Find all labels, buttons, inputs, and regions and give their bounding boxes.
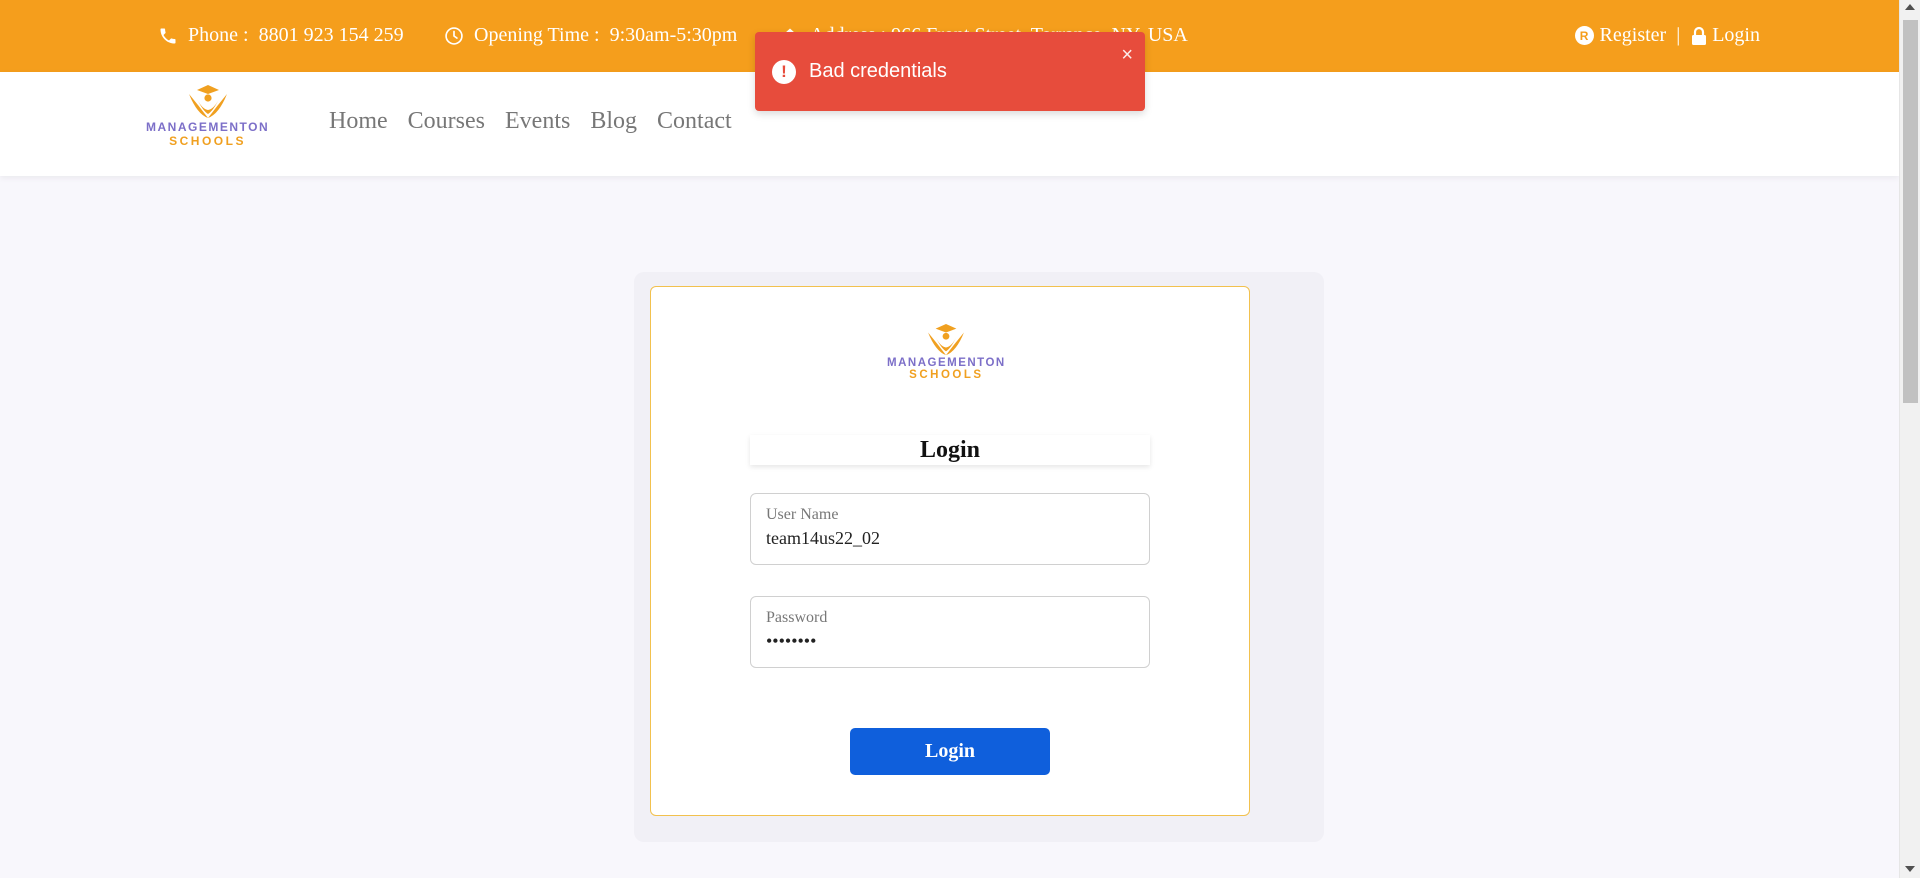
graduate-logo-icon	[188, 85, 227, 118]
account-links: R Register | Login	[1574, 24, 1760, 47]
password-input[interactable]	[766, 631, 1126, 652]
main-menu: Home Courses Events Blog Contact	[329, 108, 732, 135]
opening-time-info: Opening Time : 9:30am-5:30pm	[444, 24, 737, 47]
page-scrollbar[interactable]	[1899, 0, 1920, 878]
login-submit-button[interactable]: Login	[850, 728, 1050, 775]
error-toast: ! Bad credentials ×	[755, 32, 1145, 111]
register-label: Register	[1599, 24, 1667, 46]
registered-icon: R	[1574, 26, 1594, 45]
lock-icon	[1692, 26, 1707, 45]
username-label: User Name	[766, 506, 839, 523]
scroll-down-arrow-icon[interactable]	[1905, 866, 1915, 872]
link-separator: |	[1676, 24, 1681, 46]
login-title-box: Login	[750, 435, 1150, 465]
close-icon[interactable]: ×	[1121, 44, 1133, 67]
nav-home[interactable]: Home	[329, 108, 388, 135]
brand-line-1: MANAGEMENTON	[887, 357, 1006, 369]
register-link[interactable]: R Register	[1574, 24, 1667, 47]
password-field[interactable]: Password	[750, 596, 1150, 668]
scroll-up-arrow-icon[interactable]	[1905, 4, 1915, 10]
username-input[interactable]	[766, 528, 1126, 549]
username-field[interactable]: User Name	[750, 493, 1150, 565]
clock-icon	[445, 26, 463, 45]
phone-label: Phone :	[188, 24, 249, 46]
login-label: Login	[1712, 24, 1760, 46]
card-logo: MANAGEMENTON SCHOOLS	[887, 323, 1006, 381]
brand-line-2: SCHOOLS	[909, 369, 984, 381]
login-title: Login	[919, 437, 981, 463]
scroll-thumb[interactable]	[1903, 20, 1918, 403]
nav-contact[interactable]: Contact	[657, 108, 732, 135]
hours-label: Opening Time :	[474, 24, 600, 46]
login-link[interactable]: Login	[1690, 24, 1760, 47]
exclamation-icon: !	[772, 60, 796, 84]
nav-events[interactable]: Events	[505, 108, 570, 135]
brand-line-1: MANAGEMENTON	[146, 120, 270, 134]
login-card: MANAGEMENTON SCHOOLS Login User Name Pas…	[650, 286, 1250, 816]
graduate-logo-icon	[928, 323, 965, 356]
phone-icon	[160, 28, 176, 43]
phone-info: Phone : 8801 923 154 259	[158, 24, 404, 47]
phone-value: 8801 923 154 259	[258, 24, 404, 46]
nav-blog[interactable]: Blog	[590, 108, 637, 135]
site-logo[interactable]: MANAGEMENTON SCHOOLS	[146, 84, 269, 148]
nav-courses[interactable]: Courses	[408, 108, 485, 135]
password-label: Password	[766, 609, 828, 626]
brand-line-2: SCHOOLS	[169, 134, 246, 148]
hours-value: 9:30am-5:30pm	[609, 24, 738, 46]
toast-message: Bad credentials	[809, 60, 947, 82]
